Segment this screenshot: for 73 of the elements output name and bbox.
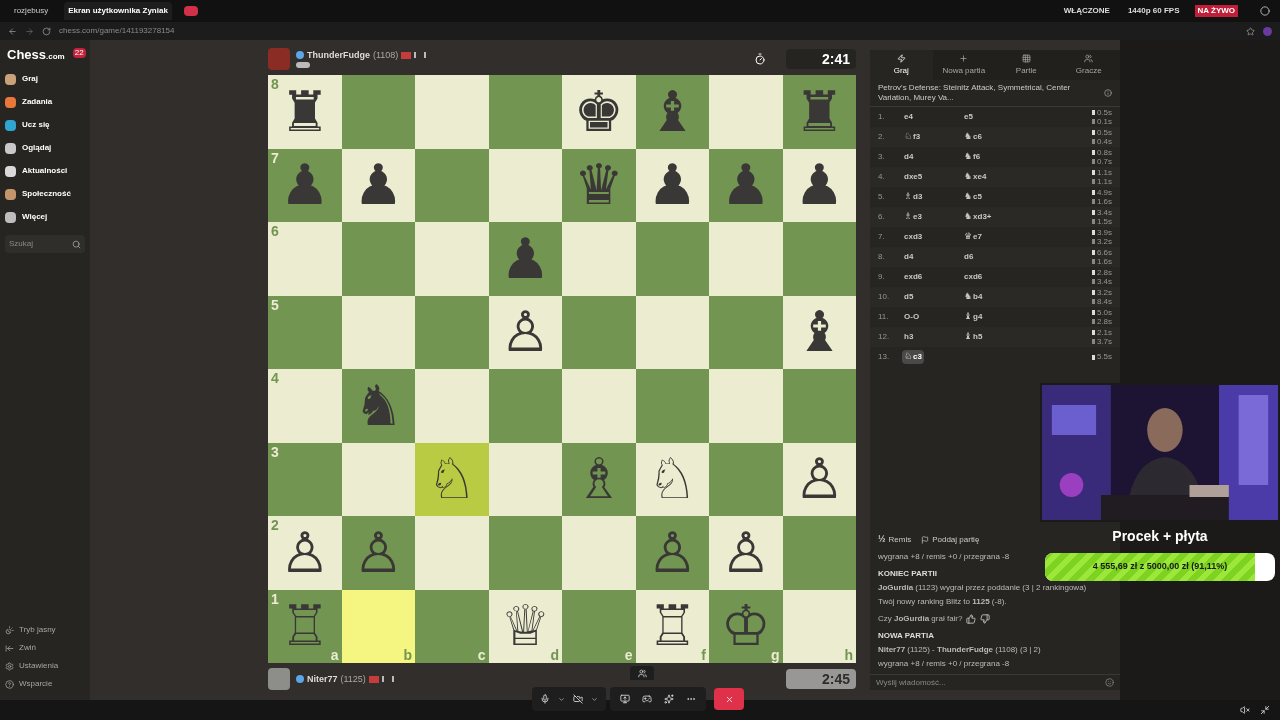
overlay-title: Procek + płyta: [1112, 527, 1208, 546]
rank-label: 6: [271, 224, 279, 238]
move-time: 3.7s: [1096, 337, 1112, 346]
move-time: 8.4s: [1096, 297, 1112, 306]
move-time: 1.5s: [1096, 217, 1112, 226]
move-time: 2.8s: [1096, 317, 1112, 326]
move-time: 3.9s: [1096, 228, 1112, 237]
status-label: NA ŻYWO: [1194, 5, 1238, 17]
player-rating: (1125): [340, 674, 366, 684]
move-time: 2.1s: [1096, 328, 1112, 337]
move-time: 1.6s: [1096, 197, 1112, 206]
move-time: 0.4s: [1096, 137, 1112, 146]
move-number: 10.: [878, 291, 891, 303]
move-number: 5.: [878, 191, 886, 203]
move-time: 5.0s: [1096, 308, 1112, 317]
move-time: 6.6s: [1096, 248, 1112, 257]
move-time: 3.2s: [1096, 237, 1112, 246]
chat-heading: KONIEC PARTII: [878, 568, 937, 580]
rank-label: 5: [271, 297, 279, 312]
move-number: 7.: [878, 231, 886, 243]
status-label: 1440p 60 FPS: [1126, 5, 1181, 17]
rank-label: 1: [271, 591, 279, 606]
goal-progress-text: 4 555,69 zł z 5000,00 zł (91,11%): [1091, 560, 1229, 574]
chat-heading: NOWA PARTIA: [878, 630, 934, 642]
move-number: 12.: [878, 331, 891, 343]
chat-text: wygrana +8 / remis +0 / przegrana -8: [878, 658, 1010, 670]
opening-name: Petrov's Defense: Steinitz Attack, Symmetrical, Center Variation, Murey Va...: [878, 83, 1072, 103]
player-rating: (1108): [373, 50, 399, 60]
chat-text: Niter77 (1125) - ThunderFudge (1108) (3 | 2): [878, 644, 1041, 656]
move-time: 0.7s: [1096, 157, 1112, 166]
move-number: 11.: [878, 311, 890, 323]
move-time: 3.4s: [1096, 277, 1112, 286]
rank-label: 3: [271, 444, 279, 459]
file-label: e: [624, 648, 633, 662]
file-label: h: [844, 648, 853, 662]
move-time: 0.5s: [1096, 108, 1112, 117]
file-label: c: [477, 648, 486, 662]
rank-label: 2: [271, 518, 279, 532]
move-number: 13.: [878, 351, 891, 363]
chat-text: Czy JoGurdia grał fair?: [878, 613, 963, 625]
move-time: 4.9s: [1096, 188, 1112, 197]
file-label: g: [770, 648, 780, 662]
move-time: 0.1s: [1096, 117, 1112, 126]
move-number: 6.: [878, 211, 886, 223]
move-time: 2.8s: [1096, 268, 1112, 277]
chat-text: wygrana +8 / remis +0 / przegrana -8: [878, 551, 1010, 563]
rank-label: 4: [271, 371, 279, 385]
move-number: 3.: [878, 151, 886, 163]
move-time: 3.4s: [1096, 208, 1112, 217]
rank-label: 8: [271, 77, 279, 91]
notification-badge: 22: [72, 48, 86, 58]
file-label: f: [701, 648, 706, 662]
file-label: d: [550, 648, 559, 662]
move-number: 1.: [878, 111, 886, 123]
file-label: b: [403, 648, 412, 662]
move-time: 1.1s: [1096, 177, 1112, 186]
move-number: 4.: [878, 171, 886, 183]
player-clock: 2:41: [786, 49, 856, 69]
move-number: 8.: [878, 251, 886, 263]
move-time: 3.2s: [1096, 288, 1112, 297]
move-time: 1.6s: [1096, 257, 1112, 266]
status-label: WŁĄCZONE: [1062, 5, 1111, 17]
chat-text: Twój nowy ranking Blitz to 1125 (-8).: [878, 596, 1007, 608]
move-time: 0.8s: [1096, 148, 1112, 157]
move-number: 2.: [878, 131, 886, 143]
move-number: 9.: [878, 271, 886, 283]
move-time: 0.5s: [1096, 128, 1112, 137]
player-clock: 2:45: [786, 669, 856, 689]
chat-text: JoGurdia (1123) wygrał przez poddanie (3 | 2 rankingowa): [878, 582, 1087, 594]
file-label: a: [330, 648, 339, 662]
rank-label: 7: [271, 150, 279, 165]
move-time: 1.1s: [1096, 168, 1112, 177]
move-time: 5.5s: [1096, 353, 1112, 361]
